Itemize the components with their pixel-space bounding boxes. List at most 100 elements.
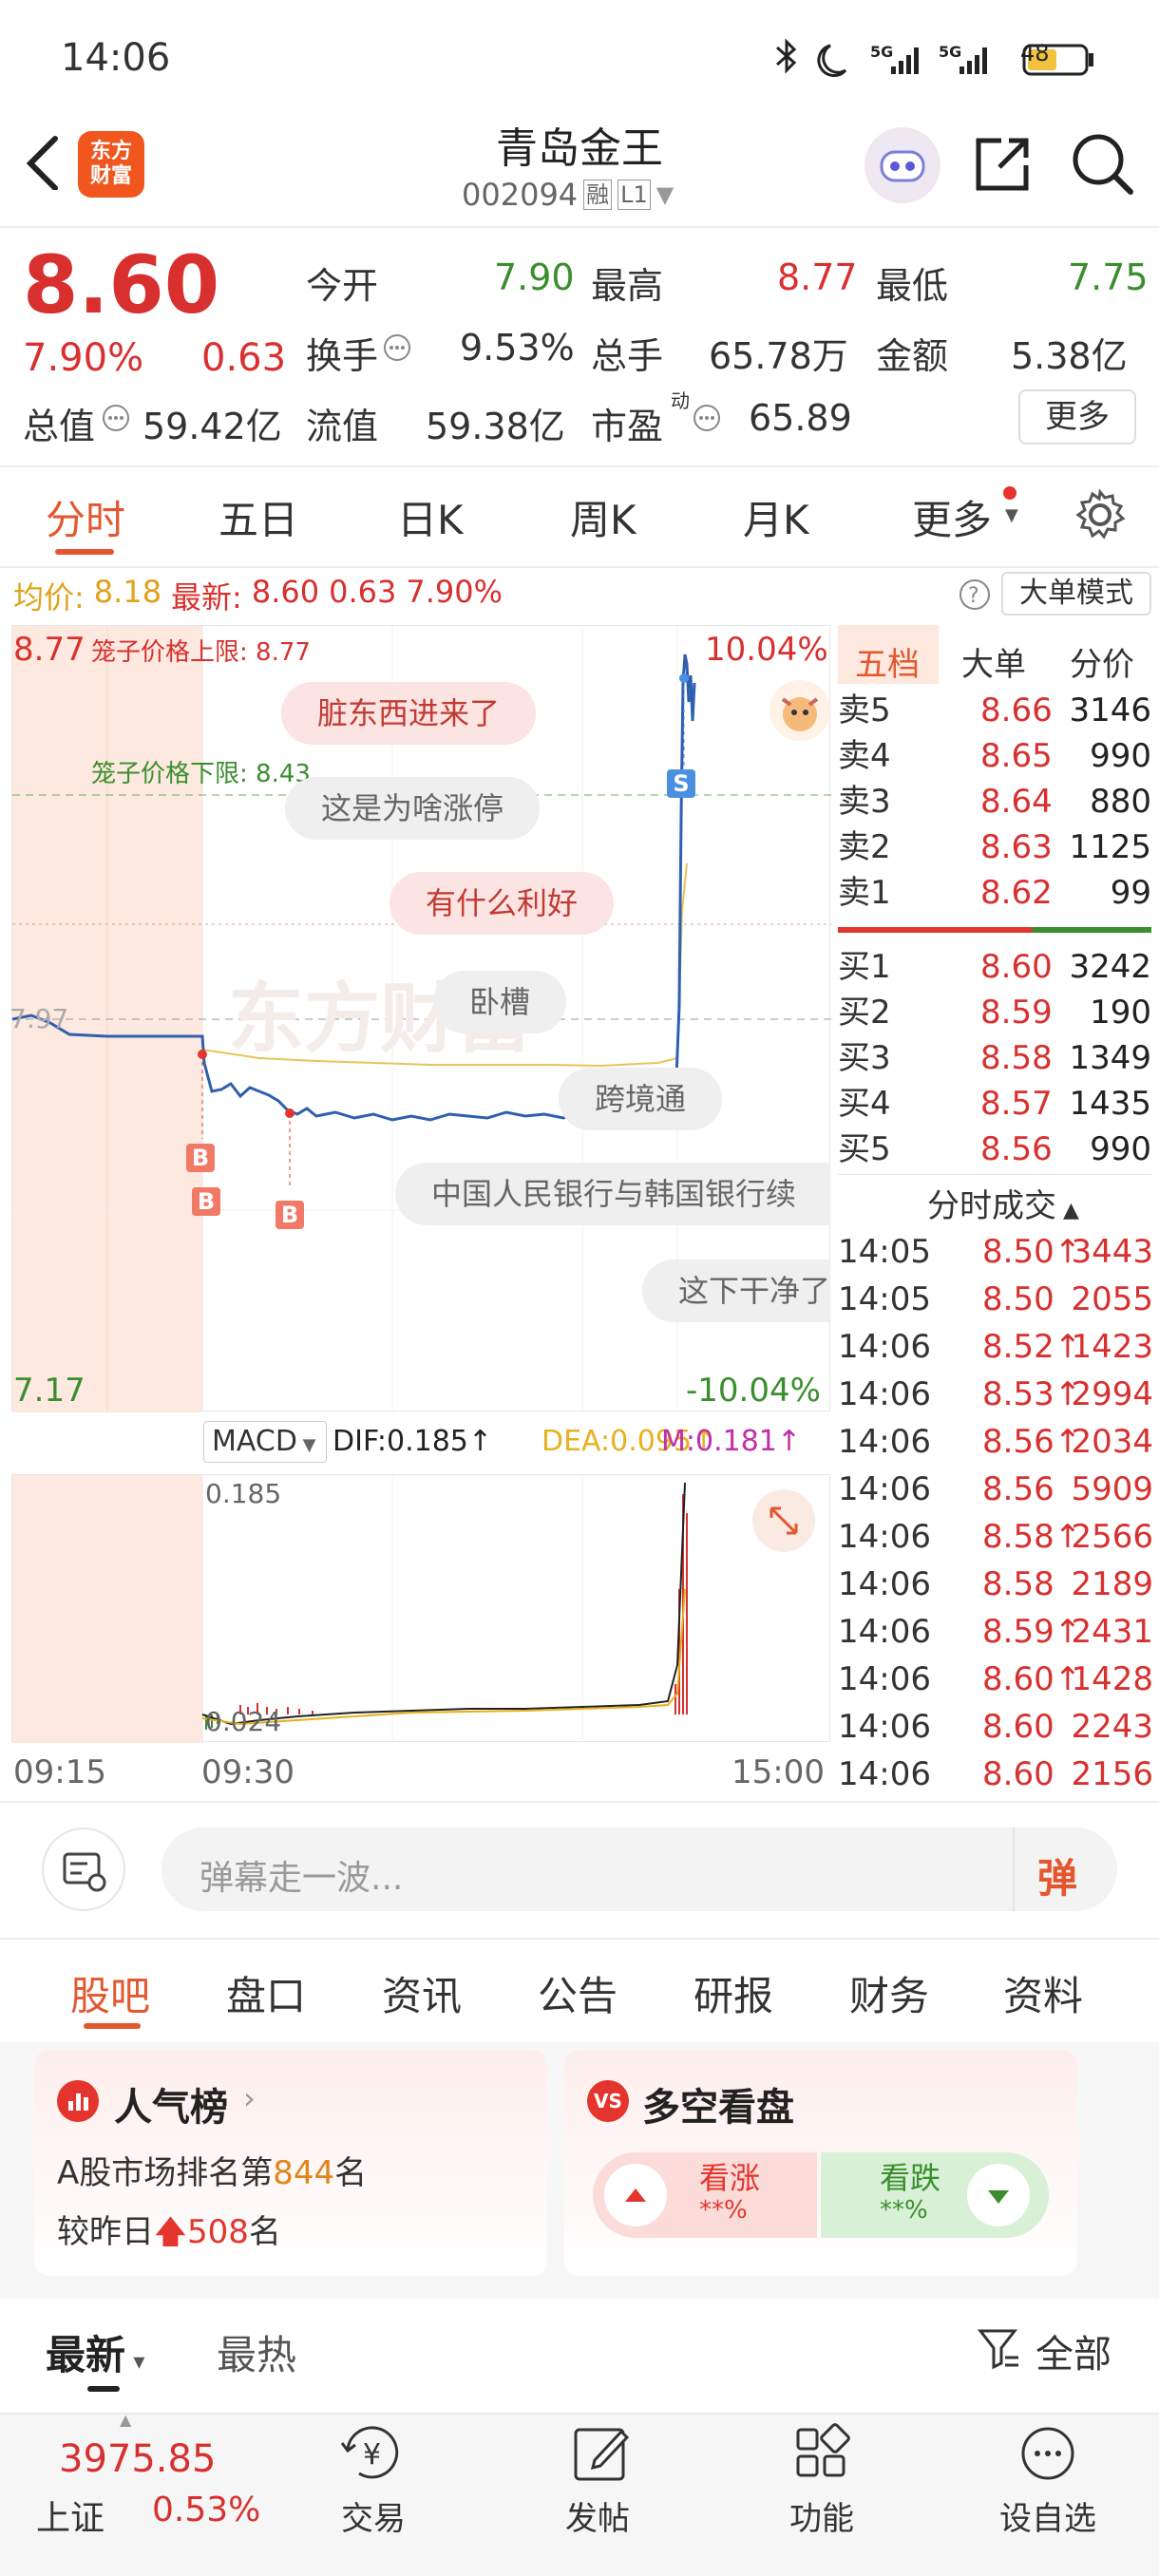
trades-title-text: 分时成交 bbox=[927, 1187, 1056, 1225]
nav-post[interactable]: 发帖 bbox=[545, 2492, 650, 2539]
ask-volume: 1125 bbox=[1069, 828, 1151, 866]
popularity-title: 人气榜 bbox=[114, 2086, 228, 2130]
info-icon[interactable] bbox=[101, 403, 131, 433]
ask-price: 8.65 bbox=[980, 737, 1053, 775]
add-watchlist-icon[interactable] bbox=[1015, 2420, 1081, 2487]
tab-announcements[interactable]: 公告 bbox=[538, 1964, 618, 2022]
danmaku-chip[interactable]: 这下干净了 bbox=[642, 1260, 830, 1322]
tab-five-day[interactable]: 五日 bbox=[218, 488, 298, 546]
arrow-up-icon: 🡅 bbox=[154, 2213, 187, 2251]
robot-assistant-icon[interactable] bbox=[864, 127, 940, 203]
tab-intraday[interactable]: 分时 bbox=[46, 488, 125, 546]
chevron-down-icon: ▼ bbox=[1005, 505, 1018, 525]
macd-chart[interactable] bbox=[11, 1474, 830, 1743]
danmaku-settings-icon[interactable] bbox=[42, 1828, 125, 1911]
nav-function[interactable]: 功能 bbox=[770, 2492, 874, 2539]
trade-icon[interactable]: ¥ bbox=[336, 2420, 412, 2487]
svg-text:¥: ¥ bbox=[363, 2438, 381, 2472]
tab-profile[interactable]: 资料 bbox=[1003, 1964, 1083, 2022]
trade-price: 8.56↑ bbox=[982, 1423, 1082, 1461]
trade-price: 8.60 bbox=[982, 1755, 1054, 1793]
info-icon[interactable] bbox=[382, 332, 412, 363]
tab-price-distribution[interactable]: 分价 bbox=[1070, 638, 1134, 685]
trade-time: 14:05 bbox=[838, 1233, 931, 1271]
more-button[interactable]: 更多 bbox=[1018, 389, 1136, 445]
bid-row: 买5 8.56 990 bbox=[838, 1128, 1151, 1170]
nav-add-watchlist[interactable]: 设自选 bbox=[984, 2492, 1112, 2539]
pe-label: 市盈 bbox=[591, 406, 664, 447]
buy-marker[interactable]: B bbox=[276, 1201, 304, 1229]
danmaku-chip[interactable]: 卧槽 bbox=[433, 971, 567, 1033]
macd-m: M:0.181↑ bbox=[661, 1425, 802, 1458]
bearish-label: 看跌 bbox=[880, 2160, 941, 2196]
trade-volume: 5909 bbox=[1071, 1470, 1153, 1508]
tab-daily-k[interactable]: 日K bbox=[397, 488, 464, 546]
ask-label: 卖5 bbox=[838, 691, 891, 729]
trade-time: 14:06 bbox=[838, 1755, 931, 1793]
mascot-icon[interactable] bbox=[770, 680, 830, 741]
bullish-label: 看涨 bbox=[699, 2160, 761, 2196]
danmaku-chip[interactable]: 有什么利好 bbox=[390, 872, 615, 935]
low-value: 7.75 bbox=[1068, 256, 1149, 298]
ask-volume: 99 bbox=[1110, 874, 1151, 912]
share-icon[interactable] bbox=[973, 133, 1034, 194]
chart-top-price: 8.77 bbox=[13, 631, 86, 669]
stock-code-row[interactable]: 002094 融 L1 ▼ bbox=[462, 177, 674, 213]
indicator-selector[interactable]: MACD ▼ bbox=[203, 1421, 327, 1463]
chevron-right-icon: › bbox=[243, 2080, 256, 2116]
index-value[interactable]: 3975.85 bbox=[59, 2437, 216, 2481]
ask-price: 8.64 bbox=[980, 783, 1053, 821]
danmaku-send-button[interactable]: 弹 bbox=[1037, 1847, 1077, 1904]
tab-large-orders[interactable]: 大单 bbox=[961, 638, 1026, 685]
notification-dot bbox=[1003, 486, 1016, 500]
tab-finance[interactable]: 财务 bbox=[849, 1964, 929, 2022]
open-label: 今开 bbox=[306, 265, 379, 307]
danmaku-chip[interactable]: 中国人民银行与韩国银行续 bbox=[395, 1163, 830, 1225]
tab-guba[interactable]: 股吧 bbox=[70, 1964, 150, 2022]
tab-more[interactable]: 更多 bbox=[912, 488, 992, 546]
trades-title[interactable]: 分时成交 ▲ bbox=[927, 1180, 1079, 1226]
divider bbox=[0, 1801, 1159, 1803]
nav-trade[interactable]: 交易 bbox=[321, 2492, 426, 2539]
feed-tab-hot[interactable]: 最热 bbox=[217, 2323, 296, 2381]
large-order-mode-button[interactable]: 大单模式 bbox=[1001, 572, 1151, 616]
danmaku-chip[interactable]: 这是为啥涨停 bbox=[285, 777, 541, 840]
latest-label: 最新: bbox=[171, 579, 242, 616]
info-icon[interactable] bbox=[692, 403, 722, 433]
chevron-up-icon: ▲ bbox=[1056, 1199, 1079, 1222]
search-icon[interactable] bbox=[1070, 131, 1136, 198]
buy-marker[interactable]: B bbox=[186, 1144, 215, 1172]
tab-five-levels[interactable]: 五档 bbox=[855, 638, 920, 685]
tab-handicap[interactable]: 盘口 bbox=[226, 1964, 306, 2022]
trade-volume: 1423 bbox=[1071, 1328, 1153, 1366]
danmaku-chip[interactable]: 跨境通 bbox=[559, 1068, 723, 1130]
indicator-selector-label: MACD bbox=[212, 1425, 297, 1458]
expand-icon[interactable] bbox=[752, 1489, 815, 1552]
function-grid-icon[interactable] bbox=[788, 2420, 855, 2487]
post-icon[interactable] bbox=[568, 2420, 635, 2487]
trade-price: 8.60↑ bbox=[982, 1660, 1082, 1698]
change-amount: 0.63 bbox=[201, 336, 287, 380]
trade-price: 8.59↑ bbox=[982, 1613, 1082, 1651]
gear-icon[interactable] bbox=[1074, 488, 1127, 541]
tab-news[interactable]: 资讯 bbox=[382, 1964, 462, 2022]
filter-icon[interactable] bbox=[977, 2325, 1022, 2371]
sell-marker[interactable]: S bbox=[667, 769, 695, 798]
help-icon[interactable]: ? bbox=[958, 578, 992, 612]
danmaku-chip[interactable]: 脏东西进来了 bbox=[281, 682, 537, 745]
bid-price: 8.58 bbox=[980, 1039, 1053, 1077]
index-name[interactable]: 上证 bbox=[36, 2491, 104, 2540]
level-tag: L1 bbox=[618, 180, 651, 210]
feed-tab-latest[interactable]: 最新 ▾ bbox=[46, 2323, 144, 2381]
filter-all[interactable]: 全部 bbox=[1036, 2323, 1112, 2378]
buy-marker[interactable]: B bbox=[192, 1187, 220, 1216]
ask-volume: 3146 bbox=[1069, 691, 1151, 729]
tab-weekly-k[interactable]: 周K bbox=[570, 488, 636, 546]
tab-research[interactable]: 研报 bbox=[694, 1964, 773, 2022]
index-pct[interactable]: 0.53% bbox=[152, 2491, 260, 2529]
trade-volume: 2055 bbox=[1071, 1280, 1153, 1318]
chevron-down-icon: ▼ bbox=[656, 181, 674, 208]
change-value: 508 bbox=[186, 2213, 249, 2251]
trade-price: 8.50 bbox=[982, 1280, 1054, 1318]
tab-monthly-k[interactable]: 月K bbox=[743, 488, 809, 546]
